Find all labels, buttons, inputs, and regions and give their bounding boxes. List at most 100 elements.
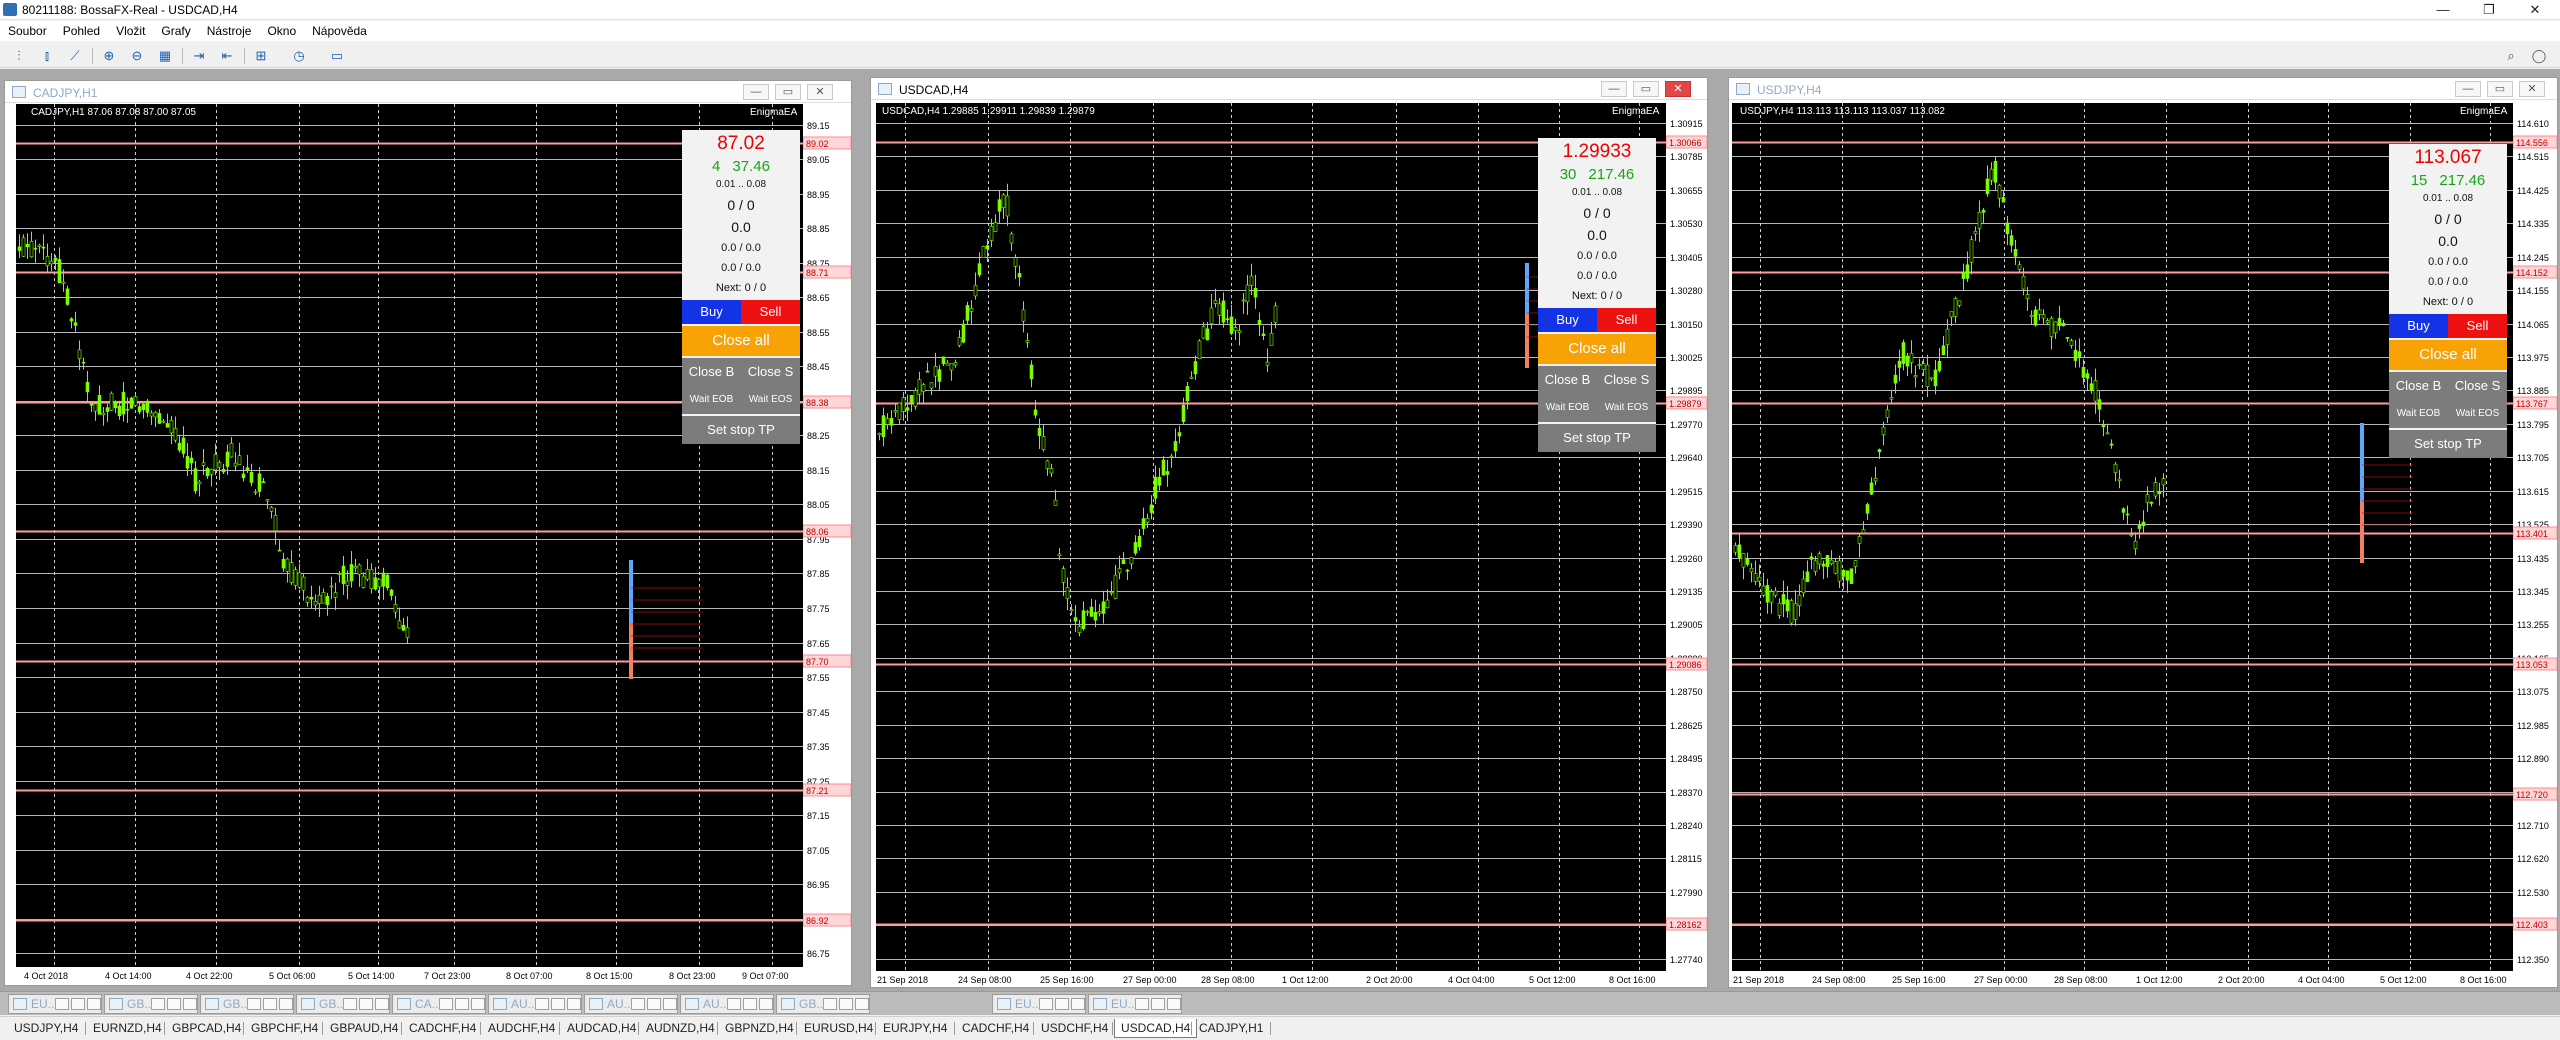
window-maximize-button[interactable]: ▭: [1633, 81, 1659, 97]
window-maximize-button[interactable]: ▭: [2487, 81, 2513, 97]
symbol-tab[interactable]: AUDCAD,H4: [561, 1019, 642, 1038]
menu-okno[interactable]: Okno: [259, 21, 304, 41]
menu-grafy[interactable]: Grafy: [153, 21, 198, 41]
minimized-window-button[interactable]: [247, 998, 261, 1010]
close-sell-button[interactable]: Close S: [1597, 366, 1656, 394]
wait-eob-button[interactable]: Wait EOB: [2389, 400, 2448, 428]
symbol-tab[interactable]: GBPCAD,H4: [166, 1019, 247, 1038]
window-minimize-button[interactable]: —: [2455, 81, 2481, 97]
menu-napoveda[interactable]: Nápověda: [304, 21, 375, 41]
buy-button[interactable]: Buy: [682, 300, 741, 324]
close-buy-button[interactable]: Close B: [1538, 366, 1597, 394]
chart-shift-icon[interactable]: ⇤: [218, 47, 236, 65]
minimized-window-button[interactable]: [647, 998, 661, 1010]
time-axis[interactable]: 4 Oct 2018 4 Oct 14:00 4 Oct 22:00 5 Oct 06…: [16, 967, 803, 985]
chart-window-cadjpy[interactable]: CADJPY,H1 — ▭ ✕ CADJPY,H1 87.06 87.08 87…: [4, 80, 852, 986]
minimized-window[interactable]: AU...: [680, 994, 774, 1014]
minimized-window[interactable]: GB...: [104, 994, 198, 1014]
minimized-window-button[interactable]: [183, 998, 197, 1010]
sell-button[interactable]: Sell: [1597, 308, 1656, 332]
sell-button[interactable]: Sell: [741, 300, 800, 324]
close-all-button[interactable]: Close all: [1538, 334, 1656, 364]
time-axis[interactable]: 21 Sep 2018 24 Sep 08:00 25 Sep 16:00 27 Se…: [876, 971, 1666, 987]
time-axis[interactable]: 21 Sep 2018 24 Sep 08:00 25 Sep 16:00 27 Se…: [1732, 971, 2513, 987]
price-axis[interactable]: 1.30915 1.30785 1.30655 1.30530 1.30405 1.302…: [1666, 103, 1707, 972]
chart-plot-area[interactable]: USDJPY,H4 113.113 113.113 113.037 113.08…: [1732, 103, 2513, 972]
tile-windows-icon[interactable]: ▦: [156, 47, 174, 65]
close-buy-button[interactable]: Close B: [682, 358, 741, 386]
menu-vlozit[interactable]: Vložit: [108, 21, 153, 41]
price-axis[interactable]: 114.610 114.515 114.425 114.335 114.245 114.1…: [2513, 103, 2557, 972]
minimized-window-button[interactable]: [263, 998, 277, 1010]
wait-eob-button[interactable]: Wait EOB: [682, 386, 741, 414]
minimized-window-button[interactable]: [455, 998, 469, 1010]
set-stop-tp-button[interactable]: Set stop TP: [1538, 424, 1656, 452]
maximize-button[interactable]: ❐: [2466, 0, 2512, 20]
wait-eos-button[interactable]: Wait EOS: [741, 386, 800, 414]
minimized-window[interactable]: GB...: [200, 994, 294, 1014]
window-close-button[interactable]: ✕: [2519, 81, 2545, 97]
indicators-icon[interactable]: ⊞: [252, 47, 270, 65]
window-close-button[interactable]: ✕: [807, 84, 833, 100]
minimized-window-button[interactable]: [567, 998, 581, 1010]
minimized-window-button[interactable]: [535, 998, 549, 1010]
minimized-window[interactable]: EU...: [992, 994, 1086, 1014]
minimized-window[interactable]: GB...: [776, 994, 870, 1014]
line-chart-icon[interactable]: ⟋: [66, 47, 84, 65]
close-button[interactable]: ✕: [2512, 0, 2558, 20]
chart-window-header[interactable]: USDJPY,H4 — ▭ ✕: [1729, 78, 2557, 100]
wait-eob-button[interactable]: Wait EOB: [1538, 394, 1597, 422]
window-maximize-button[interactable]: ▭: [775, 84, 801, 100]
menu-soubor[interactable]: Soubor: [0, 21, 55, 41]
minimized-window-button[interactable]: [71, 998, 85, 1010]
close-all-button[interactable]: Close all: [682, 326, 800, 356]
close-sell-button[interactable]: Close S: [2448, 372, 2507, 400]
close-buy-button[interactable]: Close B: [2389, 372, 2448, 400]
minimized-window-button[interactable]: [1039, 998, 1053, 1010]
minimized-window-button[interactable]: [359, 998, 373, 1010]
candlestick-icon[interactable]: ⫾: [38, 47, 56, 65]
minimized-window-button[interactable]: [823, 998, 837, 1010]
chart-window-usdcad[interactable]: USDCAD,H4 — ▭ ✕ USDCAD,H4 1.29885 1.2991…: [870, 77, 1708, 988]
minimized-window[interactable]: EU...: [8, 994, 102, 1014]
buy-button[interactable]: Buy: [1538, 308, 1597, 332]
minimized-window-button[interactable]: [631, 998, 645, 1010]
window-close-button[interactable]: ✕: [1665, 81, 1691, 97]
minimized-window-button[interactable]: [279, 998, 293, 1010]
symbol-tab[interactable]: USDCHF,H4: [1035, 1019, 1114, 1038]
minimized-window-button[interactable]: [551, 998, 565, 1010]
minimized-window-button[interactable]: [839, 998, 853, 1010]
minimized-window[interactable]: GB...: [296, 994, 390, 1014]
symbol-tab[interactable]: GBPCHF,H4: [245, 1019, 324, 1038]
minimized-window-button[interactable]: [663, 998, 677, 1010]
minimized-window-button[interactable]: [375, 998, 389, 1010]
minimized-window[interactable]: AU...: [584, 994, 678, 1014]
chart-plot-area[interactable]: USDCAD,H4 1.29885 1.29911 1.29839 1.2987…: [876, 103, 1666, 972]
symbol-tab[interactable]: CADCHF,H4: [403, 1019, 482, 1038]
chart-plot-area[interactable]: CADJPY,H1 87.06 87.08 87.00 87.05 Enigma…: [16, 104, 803, 967]
minimized-window-button[interactable]: [855, 998, 869, 1010]
minimized-window-button[interactable]: [439, 998, 453, 1010]
templates-icon[interactable]: ▭: [328, 47, 346, 65]
minimized-window-button[interactable]: [343, 998, 357, 1010]
set-stop-tp-button[interactable]: Set stop TP: [682, 416, 800, 444]
wait-eos-button[interactable]: Wait EOS: [2448, 400, 2507, 428]
wait-eos-button[interactable]: Wait EOS: [1597, 394, 1656, 422]
chart-window-header[interactable]: USDCAD,H4 — ▭ ✕: [871, 78, 1707, 100]
bar-chart-icon[interactable]: ⫶: [10, 47, 28, 65]
chart-window-usdjpy[interactable]: USDJPY,H4 — ▭ ✕ USDJPY,H4 113.113 113.11…: [1728, 77, 2558, 988]
minimized-window[interactable]: EU...: [1088, 994, 1182, 1014]
minimized-window-button[interactable]: [1071, 998, 1085, 1010]
menu-pohled[interactable]: Pohled: [55, 21, 108, 41]
minimized-window-button[interactable]: [1151, 998, 1165, 1010]
symbol-tab[interactable]: GBPNZD,H4: [719, 1019, 800, 1038]
close-all-button[interactable]: Close all: [2389, 340, 2507, 370]
set-stop-tp-button[interactable]: Set stop TP: [2389, 430, 2507, 458]
minimized-window[interactable]: AU...: [488, 994, 582, 1014]
symbol-tab[interactable]: EURUSD,H4: [798, 1019, 879, 1038]
close-sell-button[interactable]: Close S: [741, 358, 800, 386]
symbol-tab[interactable]: CADCHF,H4: [956, 1019, 1035, 1038]
minimized-window-button[interactable]: [87, 998, 101, 1010]
window-minimize-button[interactable]: —: [743, 84, 769, 100]
autoscroll-icon[interactable]: ⇥: [190, 47, 208, 65]
